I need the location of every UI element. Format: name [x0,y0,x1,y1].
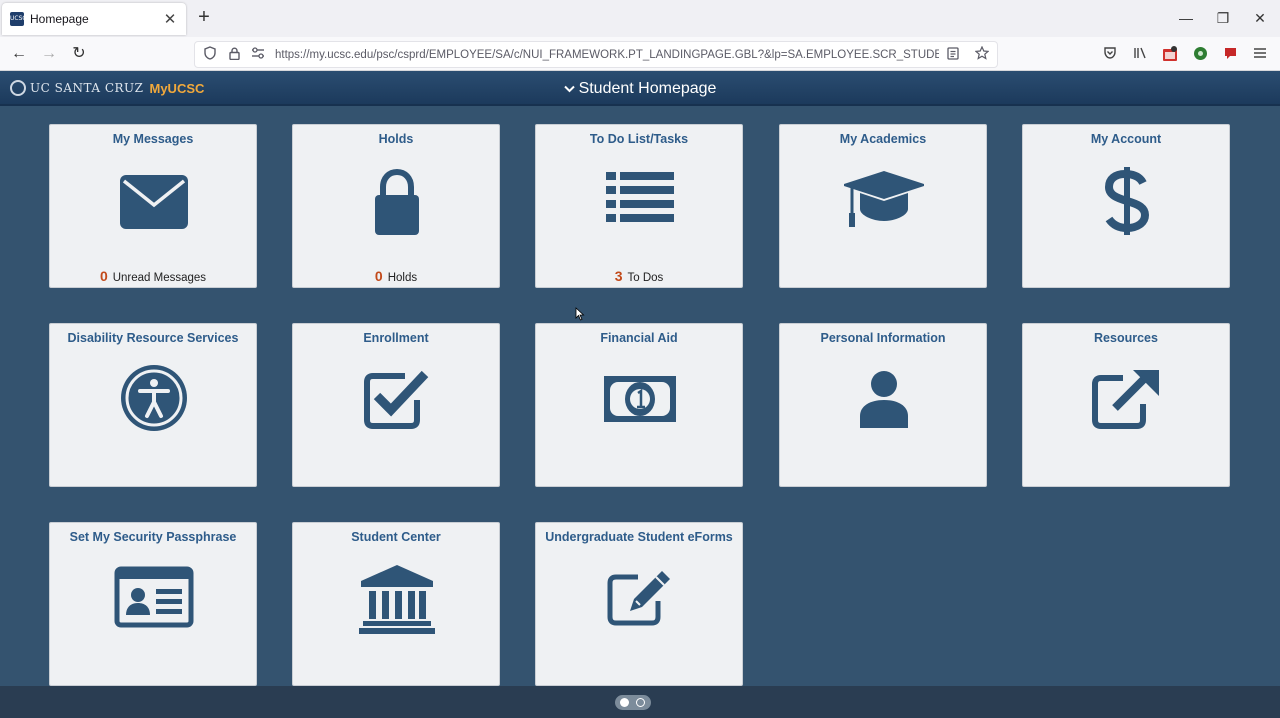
close-tab-icon[interactable]: ✕ [162,10,178,28]
envelope-icon [114,163,194,243]
extension-red-icon[interactable] [1221,46,1239,64]
page-title[interactable]: Student Homepage [0,80,1280,98]
tile-undergraduate-student-eforms[interactable]: Undergraduate Student eForms [535,522,743,686]
ucsc-favicon-icon: UCSC [10,12,27,26]
count-label: Unread Messages [112,272,207,284]
tile-title: Holds [378,132,414,146]
library-icon[interactable] [1131,46,1149,64]
tile-student-center[interactable]: Student Center [292,522,500,686]
lock-icon [357,163,437,243]
url-bar[interactable]: https://my.ucsc.edu/psc/csprd/EMPLOYEE/S… [194,41,998,68]
tile-title: My Academics [839,132,927,146]
minimize-window-button[interactable]: — [1176,10,1196,26]
institution-icon [357,561,437,641]
tile-title: Resources [1094,331,1158,345]
tile-disability-resource-services[interactable]: Disability Resource Services [49,323,257,487]
tile-count: 0 Holds [293,268,499,284]
id-card-icon [114,561,194,641]
tile-title: Personal Information [820,331,946,345]
browser-tab[interactable]: UCSC Homepage ✕ [2,3,186,35]
new-tab-button[interactable]: + [194,6,214,29]
forward-button[interactable]: → [38,43,60,65]
browser-nav-bar: ← → ↻ https://my.ucsc.edu/psc/csprd/EMPL… [0,37,1280,71]
shield-icon[interactable] [203,46,217,63]
tile-count: 0 Unread Messages [50,268,256,284]
count-number: 0 [99,268,108,284]
list-icon [600,163,680,243]
person-icon [844,362,924,442]
tile-count: 3 To Dos [536,268,742,284]
count-number: 3 [614,268,623,284]
page-dot-1[interactable] [620,698,629,707]
menu-icon[interactable] [1251,46,1269,64]
graduation-cap-icon [841,163,927,243]
dollar-icon [1087,163,1167,243]
tab-title: Homepage [30,12,89,26]
restore-window-button[interactable]: ❐ [1213,10,1233,27]
browser-tab-bar: UCSC Homepage ✕ + — ❐ ✕ [0,0,1280,37]
permissions-icon[interactable] [251,47,265,62]
money-icon [600,362,680,442]
tile-title: Set My Security Passphrase [69,530,237,544]
tile-title: Undergraduate Student eForms [545,530,733,544]
reader-view-icon[interactable] [947,46,959,63]
page-indicator [615,695,651,710]
app-header: UC SANTA CRUZ MyUCSC Student Homepage [0,71,1280,106]
tile-my-academics[interactable]: My Academics [779,124,987,288]
mouse-cursor-icon [575,307,585,321]
page-dot-2[interactable] [636,698,645,707]
tile-holds[interactable]: Holds 0 Holds [292,124,500,288]
tile-title: Enrollment [363,331,429,345]
page-footer-bar [0,686,1280,718]
tile-set-my-security-passphrase[interactable]: Set My Security Passphrase [49,522,257,686]
tile-title: Financial Aid [600,331,678,345]
tile-title: To Do List/Tasks [589,132,689,146]
tile-title: My Messages [112,132,194,146]
url-text[interactable]: https://my.ucsc.edu/psc/csprd/EMPLOYEE/S… [275,49,939,61]
extension-calendar-icon[interactable] [1161,46,1179,64]
lock-icon[interactable] [227,46,241,63]
extension-green-icon[interactable] [1191,46,1209,64]
external-link-icon [1087,362,1167,442]
count-number: 0 [374,268,383,284]
checkbox-icon [357,362,437,442]
tile-financial-aid[interactable]: Financial Aid [535,323,743,487]
edit-icon [600,561,680,641]
bookmark-star-icon[interactable] [974,45,990,63]
tile-my-account[interactable]: My Account [1022,124,1230,288]
page-title-text: Student Homepage [578,80,717,97]
close-window-button[interactable]: ✕ [1250,10,1270,27]
tile-title: Disability Resource Services [67,331,239,345]
tile-personal-information[interactable]: Personal Information [779,323,987,487]
back-button[interactable]: ← [8,43,30,65]
pocket-icon[interactable] [1101,46,1119,64]
tile-title: Student Center [351,530,441,544]
count-label: Holds [387,272,418,284]
count-label: To Dos [627,272,664,284]
tile-enrollment[interactable]: Enrollment [292,323,500,487]
accessibility-icon [114,362,194,442]
tile-to-do-list[interactable]: To Do List/Tasks 3 To Dos [535,124,743,288]
tile-resources[interactable]: Resources [1022,323,1230,487]
chevron-down-icon [563,82,575,96]
tile-title: My Account [1090,132,1162,146]
reload-button[interactable]: ↻ [68,43,90,65]
tile-my-messages[interactable]: My Messages 0 Unread Messages [49,124,257,288]
